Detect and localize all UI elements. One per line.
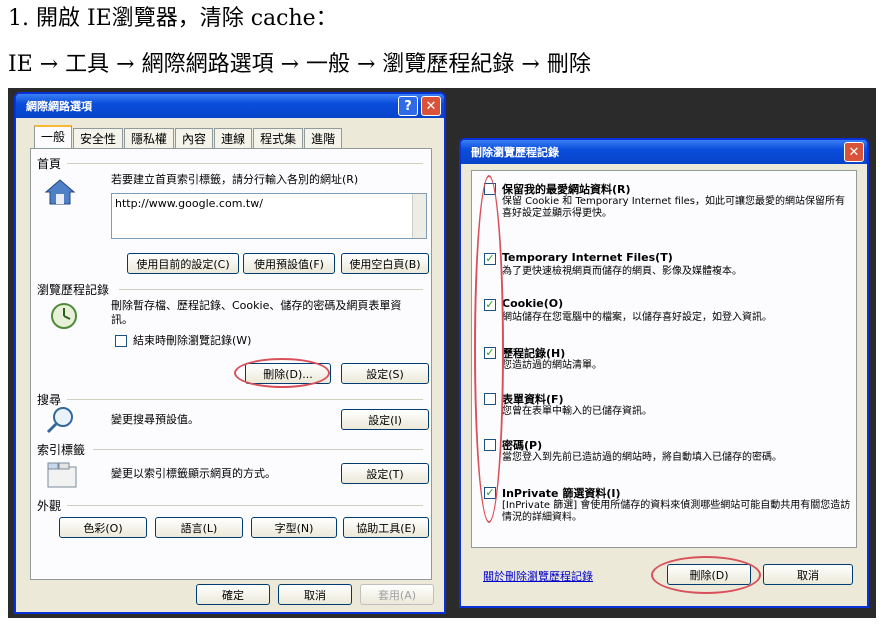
passwords-desc: 當您登入到先前已造訪過的網站時，將自動填入已儲存的密碼。	[502, 452, 782, 463]
history-delete-button[interactable]: 刪除(D)...	[245, 363, 331, 384]
delete-on-exit-label: 結束時刪除瀏覽記錄(W)	[133, 334, 252, 347]
delete-history-titlebar: 刪除瀏覽歷程記錄 ✕	[461, 140, 867, 164]
inprivate-label: InPrivate 篩選資料(I)	[502, 487, 621, 500]
general-tab-panel: 首頁 若要建立首頁索引標籤，請分行輸入各別的網址(R) http://www.g…	[30, 148, 432, 580]
tab-advanced[interactable]: 進階	[304, 128, 343, 148]
form-data-label: 表單資料(F)	[502, 393, 564, 406]
home-page-icon	[43, 177, 77, 207]
form-data-desc: 您曾在表單中輸入的已儲存資訊。	[502, 406, 652, 417]
cookie-checkbox[interactable]: ✓	[484, 299, 496, 311]
search-icon	[45, 405, 79, 435]
search-settings-button[interactable]: 設定(I)	[341, 409, 429, 430]
divider	[67, 399, 423, 400]
search-desc: 變更搜尋預設值。	[111, 413, 199, 426]
divider	[67, 163, 423, 164]
cancel-button[interactable]: 取消	[278, 584, 352, 605]
history-desc: 刪除暫存檔、歷程記錄、Cookie、儲存的密碼及網頁表單資訊。	[111, 299, 402, 326]
tab-security[interactable]: 安全性	[73, 128, 124, 148]
divider	[93, 449, 423, 450]
passwords-checkbox[interactable]	[484, 439, 496, 451]
history-icon	[47, 301, 81, 331]
inprivate-desc: [InPrivate 篩選] 會使用所儲存的資料來偵測哪些網站可能自動共用有關您…	[502, 500, 851, 523]
internet-options-dialog: 網際網路選項 ? ✕ 一般 安全性 隱私權 內容 連線 程式集 進階 首頁 若要…	[14, 92, 446, 614]
divider	[67, 505, 423, 506]
close-icon[interactable]: ✕	[844, 142, 864, 162]
apply-button[interactable]: 套用(A)	[360, 584, 434, 605]
divider	[119, 289, 423, 290]
delete-history-title: 刪除瀏覽歷程記錄	[471, 146, 559, 159]
home-url-value: http://www.google.com.tw/	[115, 197, 263, 210]
help-icon[interactable]: ?	[398, 96, 418, 116]
home-desc: 若要建立首頁索引標籤，請分行輸入各別的網址(R)	[111, 173, 359, 186]
delete-history-dialog: 刪除瀏覽歷程記錄 ✕ 保留我的最愛網站資料(R) 保留 Cookie 和 Tem…	[459, 138, 869, 608]
temp-files-checkbox[interactable]: ✓	[484, 253, 496, 265]
home-section-label: 首頁	[37, 157, 62, 171]
delete-on-exit-checkbox[interactable]	[115, 335, 127, 347]
confirm-delete-button[interactable]: 刪除(D)	[667, 564, 751, 585]
tab-programs[interactable]: 程式集	[253, 128, 304, 148]
instruction-line-1: 1. 開啟 IE瀏覽器，清除 cache：	[8, 6, 338, 31]
colors-button[interactable]: 色彩(O)	[59, 517, 147, 538]
tabs-settings-button[interactable]: 設定(T)	[341, 463, 429, 484]
keep-favorites-desc: 保留 Cookie 和 Temporary Internet files，如此可…	[502, 196, 846, 219]
cookie-label: Cookie(O)	[502, 297, 564, 310]
fonts-button[interactable]: 字型(N)	[251, 517, 337, 538]
languages-button[interactable]: 語言(L)	[155, 517, 243, 538]
tab-general[interactable]: 一般	[34, 125, 73, 148]
history-settings-button[interactable]: 設定(S)	[341, 363, 429, 384]
home-url-textarea[interactable]: http://www.google.com.tw/	[111, 193, 427, 239]
history-checkbox[interactable]: ✓	[484, 347, 496, 359]
passwords-label: 密碼(P)	[502, 439, 543, 452]
options-tabs: 一般 安全性 隱私權 內容 連線 程式集 進階	[34, 125, 343, 148]
tabs-icon	[45, 461, 79, 491]
temp-files-desc: 為了更快速檢視網頁而儲存的網頁、影像及媒體複本。	[502, 266, 742, 277]
instruction-line-2: IE → 工具 → 網際網路選項 → 一般 → 瀏覽歷程紀錄 → 刪除	[8, 52, 591, 77]
temp-files-label: Temporary Internet Files(T)	[502, 251, 673, 264]
history-label: 歷程記錄(H)	[502, 347, 566, 360]
textarea-scrollbar[interactable]	[412, 194, 426, 238]
history-desc: 您造訪過的網站清單。	[502, 360, 602, 371]
close-icon[interactable]: ✕	[421, 96, 441, 116]
ok-button[interactable]: 確定	[196, 584, 270, 605]
appearance-section-label: 外觀	[37, 499, 62, 513]
cookie-desc: 網站儲存在您電腦中的檔案，以儲存喜好設定，如登入資訊。	[502, 312, 772, 323]
tabs-section-label: 索引標籤	[37, 443, 86, 457]
accessibility-button[interactable]: 協助工具(E)	[343, 517, 429, 538]
tab-content[interactable]: 內容	[175, 128, 214, 148]
delete-history-panel: 保留我的最愛網站資料(R) 保留 Cookie 和 Temporary Inte…	[471, 170, 857, 548]
history-section-label: 瀏覽歷程記錄	[37, 283, 110, 297]
keep-favorites-label: 保留我的最愛網站資料(R)	[502, 183, 631, 196]
internet-options-title: 網際網路選項	[26, 100, 92, 113]
tabs-desc: 變更以索引標籤顯示網頁的方式。	[111, 467, 276, 480]
use-default-button[interactable]: 使用預設值(F)	[243, 253, 335, 274]
keep-favorites-checkbox[interactable]	[484, 183, 496, 195]
use-current-button[interactable]: 使用目前的設定(C)	[127, 253, 239, 274]
tab-connections[interactable]: 連線	[214, 128, 253, 148]
about-delete-history-link[interactable]: 關於刪除瀏覽歷程記錄	[483, 568, 593, 584]
inprivate-checkbox[interactable]: ✓	[484, 487, 496, 499]
form-data-checkbox[interactable]	[484, 393, 496, 405]
use-blank-button[interactable]: 使用空白頁(B)	[341, 253, 429, 274]
tab-privacy[interactable]: 隱私權	[124, 128, 175, 148]
cancel-delete-button[interactable]: 取消	[763, 564, 853, 585]
internet-options-titlebar: 網際網路選項 ? ✕	[16, 94, 444, 118]
